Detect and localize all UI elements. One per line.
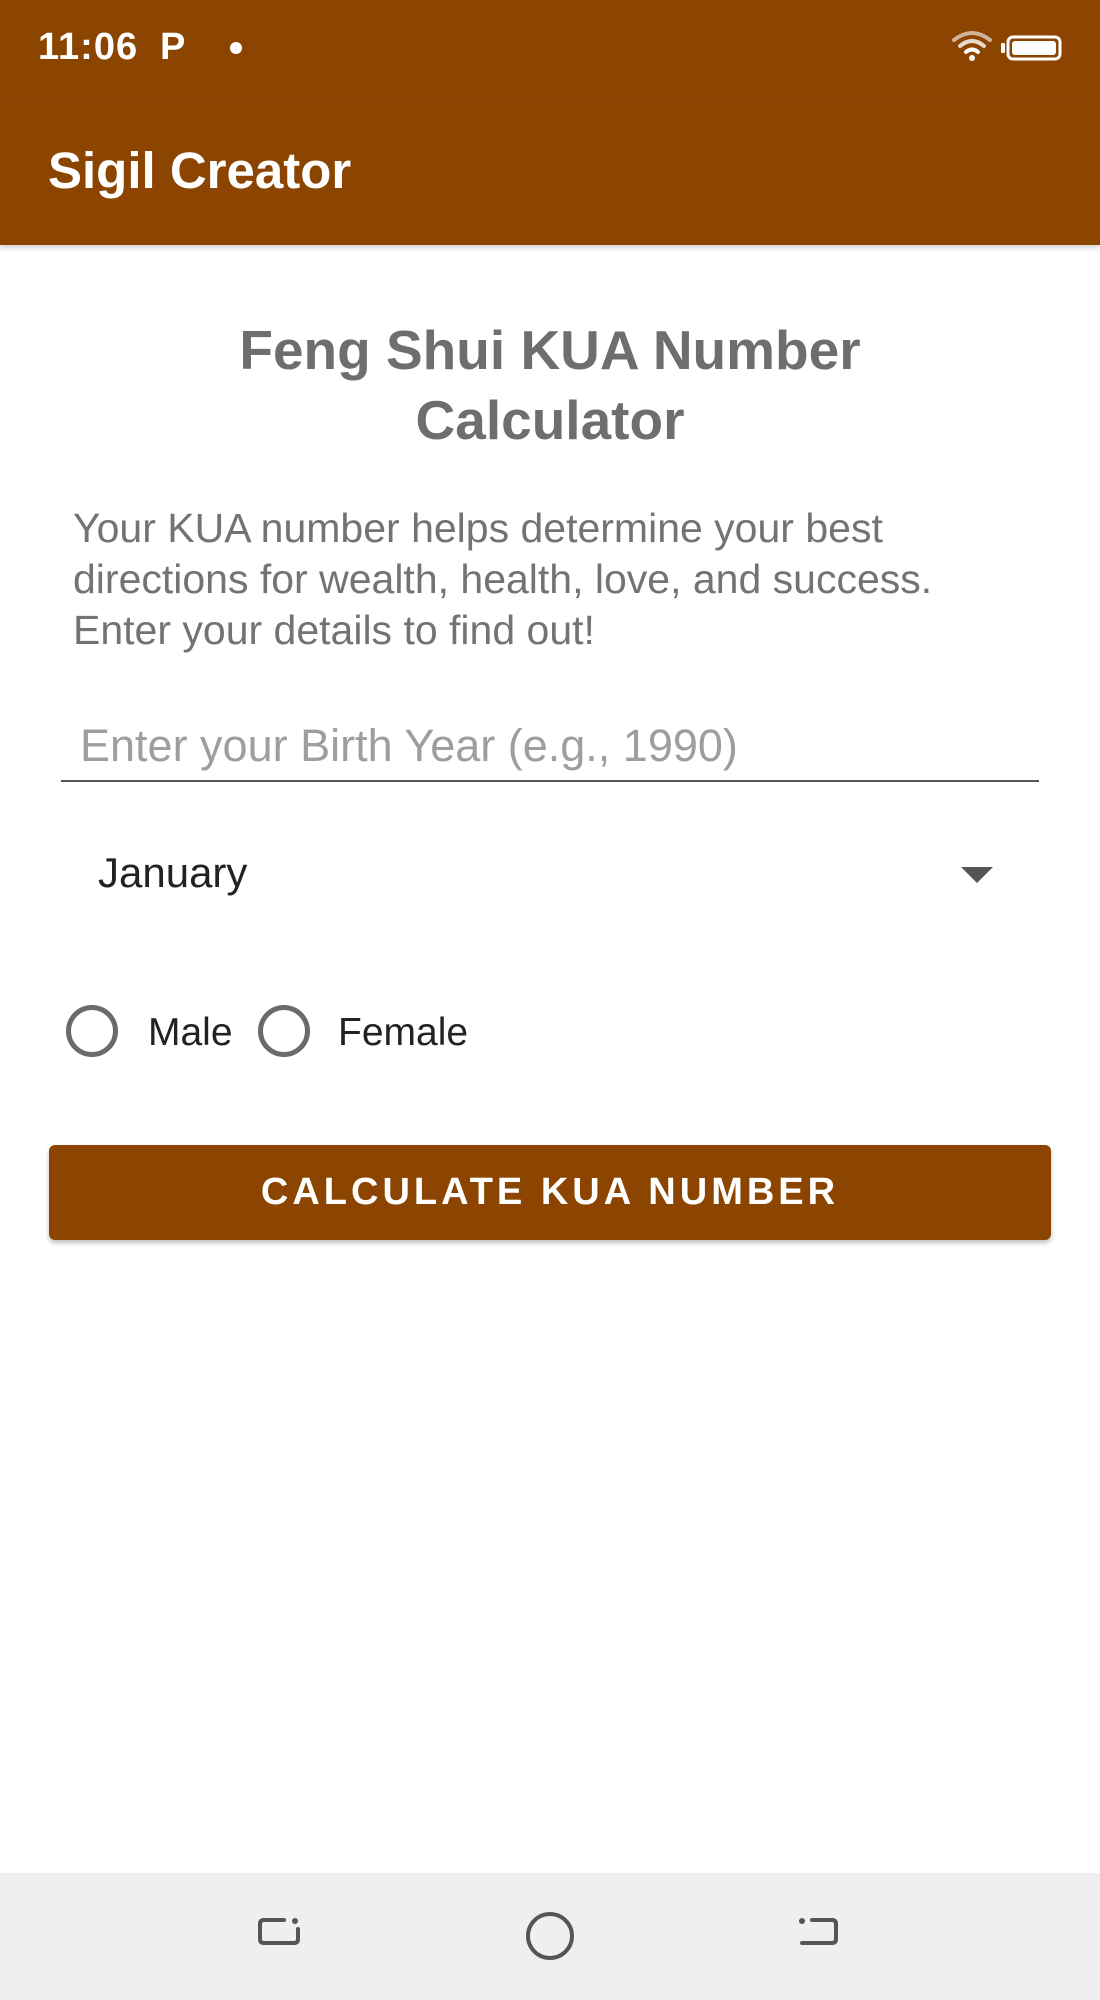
battery-icon — [1001, 35, 1062, 61]
page-title: Feng Shui KUA Number Calculator — [239, 319, 861, 451]
dropdown-arrow-icon — [961, 867, 993, 883]
status-bar: 11:06 P — [0, 0, 1100, 97]
male-radio[interactable] — [66, 1005, 118, 1057]
parking-notification-icon: P — [160, 26, 186, 68]
birth-year-input[interactable] — [61, 712, 1039, 782]
status-time: 11:06 — [38, 26, 139, 68]
back-icon[interactable] — [790, 1873, 850, 2000]
notification-dot-icon — [230, 42, 242, 54]
month-dropdown[interactable]: January — [61, 835, 1039, 911]
month-selected-value: January — [98, 849, 248, 896]
home-icon[interactable] — [520, 1873, 580, 2000]
navigation-bar — [0, 1873, 1100, 2000]
description-text: Your KUA number helps determine your bes… — [73, 505, 933, 653]
female-radio[interactable] — [258, 1005, 310, 1057]
wifi-icon — [952, 31, 992, 61]
male-label[interactable]: Male — [148, 1011, 233, 1055]
female-label[interactable]: Female — [338, 1011, 468, 1055]
calculate-kua-button[interactable]: CALCULATE KUA NUMBER — [49, 1145, 1051, 1240]
recent-apps-icon[interactable] — [250, 1873, 310, 2000]
app-bar: Sigil Creator — [0, 97, 1100, 245]
app-title: Sigil Creator — [48, 142, 352, 199]
